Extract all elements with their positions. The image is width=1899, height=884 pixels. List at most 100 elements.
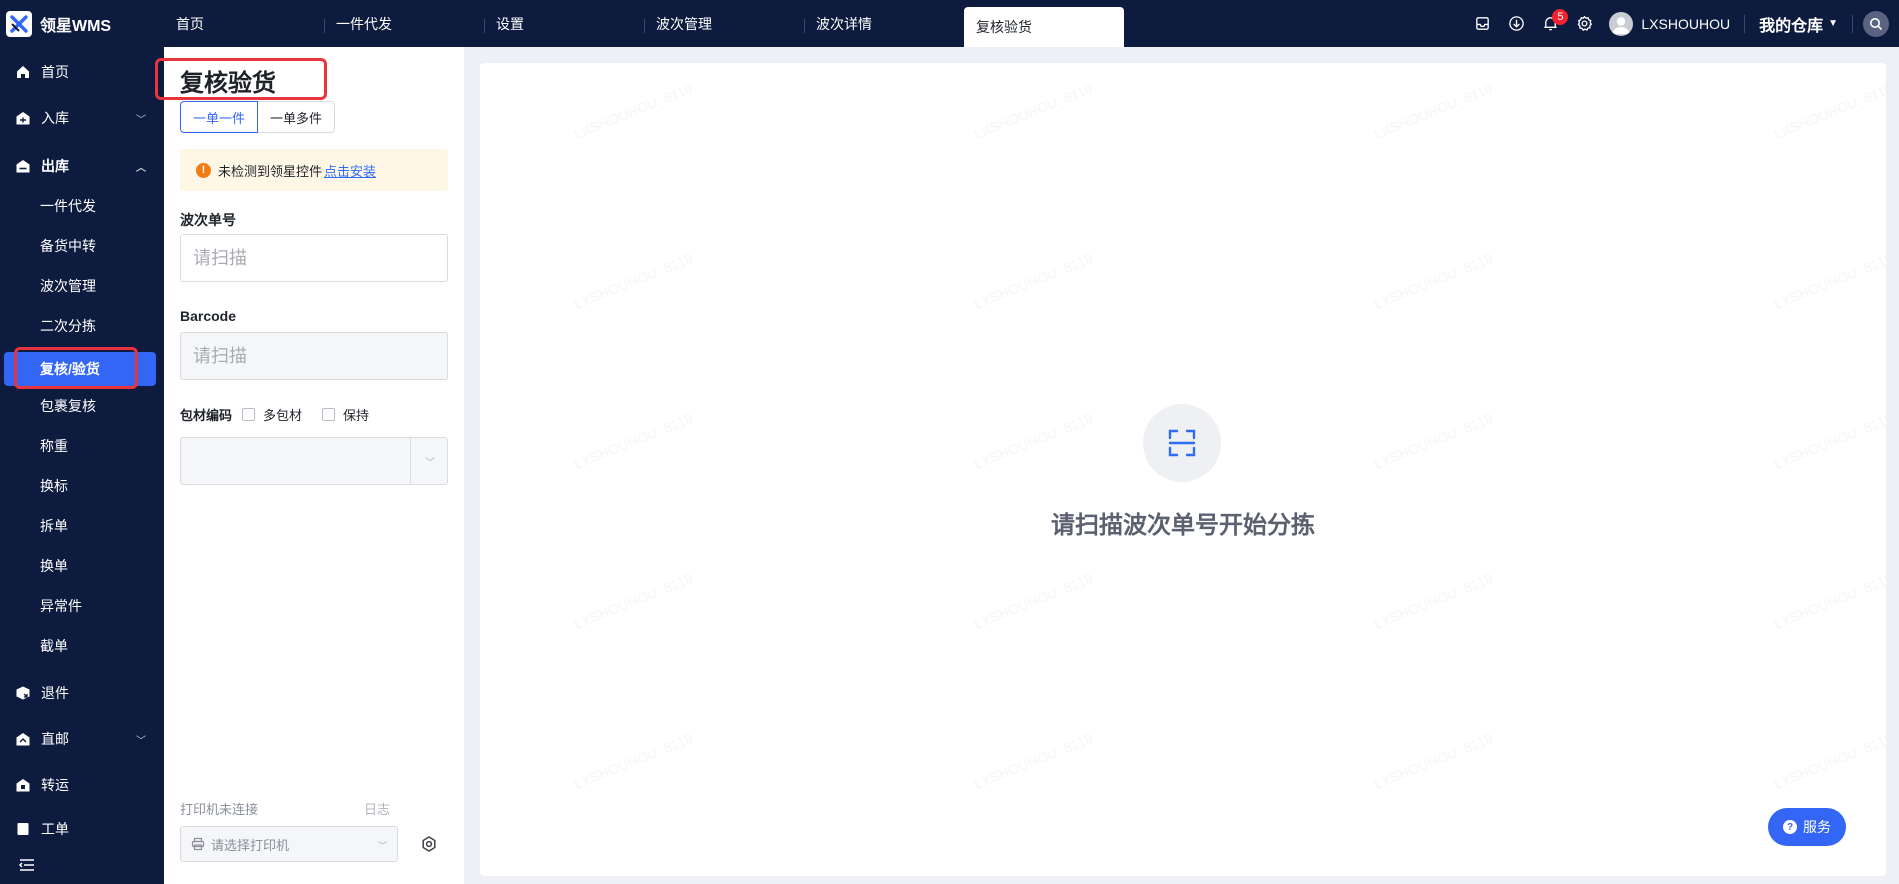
- sidebar-group-inbound[interactable]: 入库 ﹀: [0, 100, 164, 136]
- wave-number-input[interactable]: [180, 234, 448, 282]
- sidebar-item-label: 换标: [40, 478, 68, 494]
- tab-wave-management[interactable]: 波次管理: [644, 0, 804, 47]
- sidebar-item-split-order[interactable]: 拆单: [0, 509, 164, 543]
- sidebar-group-home[interactable]: 首页: [0, 54, 164, 90]
- sidebar-group-label: 退件: [41, 685, 69, 701]
- sidebar-item-secondary-sorting[interactable]: 二次分拣: [0, 309, 164, 343]
- inbox-icon[interactable]: [1465, 0, 1499, 47]
- tab-label: 设置: [496, 15, 524, 32]
- page-title: 复核验货: [180, 70, 276, 97]
- chevron-down-icon: ﹀: [377, 841, 387, 851]
- direct-mail-icon: [14, 730, 32, 748]
- bell-icon[interactable]: 5: [1533, 0, 1569, 47]
- tab-wave-detail[interactable]: 波次详情: [804, 0, 964, 47]
- collapse-sidebar-icon[interactable]: [0, 846, 164, 884]
- printer-settings-icon[interactable]: [420, 835, 438, 853]
- printer-icon: [191, 837, 205, 851]
- printer-status: 打印机未连接: [180, 802, 259, 817]
- log-link[interactable]: 日志: [364, 799, 390, 818]
- top-right-tools: 5 LXSHOUHOU 我的仓库 ▼: [1465, 0, 1899, 47]
- transfer-icon: [14, 776, 32, 794]
- service-label: 服务: [1803, 819, 1831, 835]
- printer-select[interactable]: 请选择打印机 ﹀: [180, 826, 398, 862]
- chevron-down-icon: ﹀: [136, 736, 146, 747]
- barcode-input[interactable]: [180, 332, 448, 380]
- sidebar-item-weighing[interactable]: 称重: [0, 429, 164, 463]
- search-icon[interactable]: [1863, 10, 1889, 37]
- chevron-up-icon: ︿: [136, 163, 146, 174]
- chevron-down-icon: ﹀: [425, 458, 435, 469]
- service-button[interactable]: ? 服务: [1768, 808, 1846, 846]
- sidebar-item-wave-management[interactable]: 波次管理: [0, 269, 164, 303]
- sidebar-item-review-inspection[interactable]: 复核/验货: [4, 352, 156, 386]
- review-form-panel: 复核验货 一单一件 一单多件 ! 未检测到领星控件 点击安装 波次单号 Barc…: [164, 47, 464, 884]
- brand[interactable]: 领星WMS: [0, 0, 164, 47]
- sidebar-item-swap-order[interactable]: 换单: [0, 549, 164, 583]
- warehouse-switcher[interactable]: 我的仓库 ▼: [1751, 0, 1846, 47]
- watermark: LXSHOUHOU_8119: [1771, 569, 1886, 633]
- sidebar-item-stock-transfer[interactable]: 备货中转: [0, 229, 164, 263]
- tab-label: 波次管理: [656, 15, 712, 32]
- watermark: LXSHOUHOU_8119: [1371, 409, 1495, 473]
- sidebar-item-label: 异常件: [40, 598, 82, 614]
- outbound-icon: [14, 157, 32, 175]
- tab-home[interactable]: 首页: [164, 0, 324, 47]
- sidebar-item-package-review[interactable]: 包裹复核: [0, 389, 164, 423]
- home-icon: [14, 63, 32, 81]
- scan-result-area: LXSHOUHOU_8119 LXSHOUHOU_8119 LXSHOUHOU_…: [480, 63, 1886, 876]
- sidebar-item-label: 二次分拣: [40, 318, 96, 334]
- sidebar-item-dropship[interactable]: 一件代发: [0, 189, 164, 223]
- sidebar-item-relabel[interactable]: 换标: [0, 469, 164, 503]
- watermark: LXSHOUHOU_8119: [1771, 249, 1886, 313]
- sidebar-item-exceptions[interactable]: 异常件: [0, 589, 164, 623]
- package-code-label: 包材编码: [180, 408, 233, 423]
- tab-review-inspection[interactable]: 复核验货: [964, 7, 1124, 47]
- checkbox-box: [242, 408, 256, 421]
- sidebar-group-label: 出库: [41, 158, 69, 174]
- tab-label: 复核验货: [976, 19, 1032, 35]
- watermark: LXSHOUHOU_8119: [571, 79, 695, 143]
- user-name: LXSHOUHOU: [1641, 15, 1731, 32]
- sidebar-group-transfer[interactable]: 转运: [0, 767, 164, 803]
- watermark: LXSHOUHOU_8119: [1371, 729, 1495, 793]
- sidebar-group-outbound[interactable]: 出库 ︿: [0, 148, 164, 184]
- watermark: LXSHOUHOU_8119: [571, 729, 695, 793]
- warning-icon: !: [196, 162, 211, 178]
- tab-dropship[interactable]: 一件代发: [324, 0, 484, 47]
- sidebar-group-label: 工单: [41, 821, 69, 837]
- package-code-select[interactable]: ﹀: [180, 437, 448, 485]
- multi-item-mode-button[interactable]: 一单多件: [258, 101, 336, 133]
- watermark: LXSHOUHOU_8119: [571, 409, 695, 473]
- tab-settings[interactable]: 设置: [484, 0, 644, 47]
- settings-icon[interactable]: [1567, 0, 1601, 47]
- sidebar-group-direct-mail[interactable]: 直邮 ﹀: [0, 721, 164, 757]
- scan-icon: [1143, 404, 1221, 482]
- user-menu[interactable]: LXSHOUHOU: [1601, 0, 1738, 47]
- caret-down-icon: ▼: [1828, 18, 1838, 29]
- single-item-mode-button[interactable]: 一单一件: [180, 101, 259, 133]
- sidebar-item-intercept[interactable]: 截单: [0, 629, 164, 663]
- keep-checkbox[interactable]: 保持: [322, 405, 369, 424]
- sidebar-group-returns[interactable]: 退件: [0, 675, 164, 711]
- sidebar-item-label: 备货中转: [40, 238, 96, 254]
- watermark: LXSHOUHOU_8119: [971, 409, 1095, 473]
- workorder-icon: [14, 820, 32, 838]
- watermark: LXSHOUHOU_8119: [971, 79, 1095, 143]
- empty-state-message: 请扫描波次单号开始分拣: [1051, 512, 1315, 539]
- plugin-alert: ! 未检测到领星控件 点击安装: [180, 149, 448, 191]
- watermark: LXSHOUHOU_8119: [971, 569, 1095, 633]
- sidebar-item-label: 称重: [40, 438, 68, 454]
- sidebar-item-label: 一件代发: [40, 198, 96, 214]
- download-icon[interactable]: [1499, 0, 1533, 47]
- inbound-icon: [14, 109, 32, 127]
- avatar: [1609, 11, 1634, 36]
- sidebar-group-workorder[interactable]: 工单: [0, 811, 164, 847]
- sidebar-item-label: 拆单: [40, 518, 68, 534]
- sidebar-item-label: 波次管理: [40, 278, 96, 294]
- sidebar-item-label: 包裹复核: [40, 398, 96, 414]
- app-title: 领星WMS: [40, 17, 112, 35]
- multi-package-checkbox[interactable]: 多包材: [242, 405, 302, 424]
- install-link[interactable]: 点击安装: [324, 161, 376, 180]
- divider: [410, 438, 411, 484]
- watermark: LXSHOUHOU_8119: [971, 729, 1095, 793]
